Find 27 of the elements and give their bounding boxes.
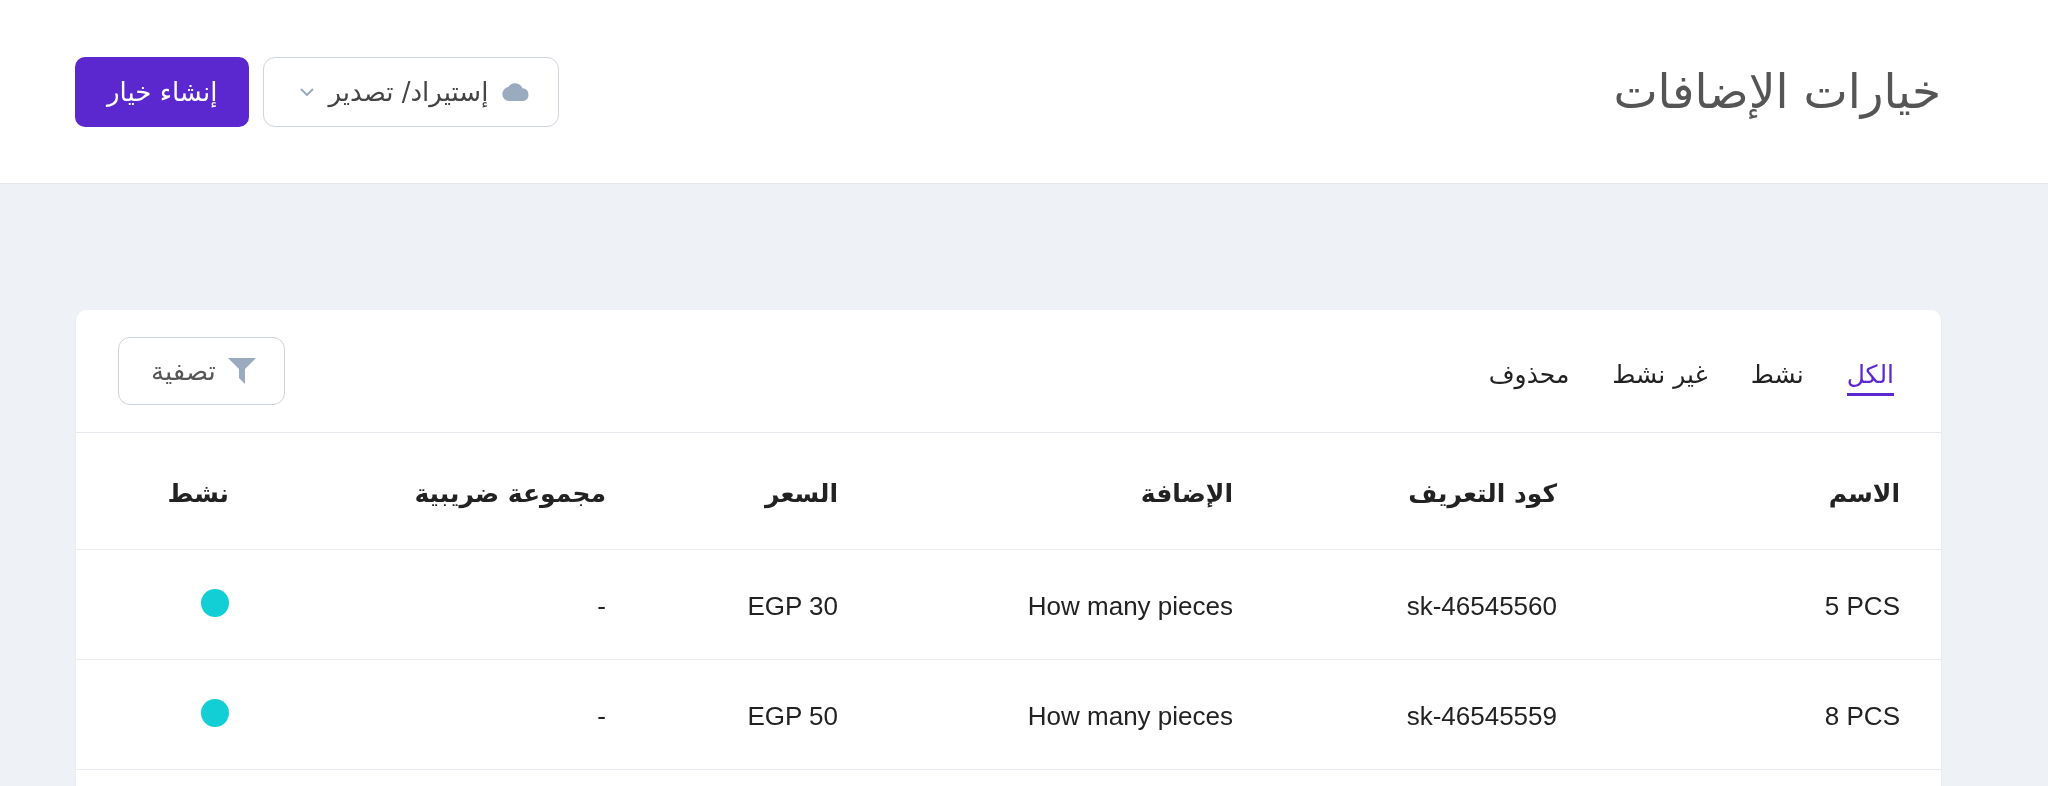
column-header: كود التعريف [1408, 478, 1557, 508]
filter-icon [227, 358, 256, 384]
table-cell: How many pieces [1027, 701, 1233, 732]
import-export-button[interactable]: إستيراد/ تصدير [263, 56, 560, 127]
table-cell: sk-46545560 [1406, 591, 1557, 622]
table-cell: EGP 50 [747, 701, 838, 732]
table-cell: - [597, 591, 606, 622]
create-option-button[interactable]: إنشاء خيار [75, 56, 250, 127]
table-cell: 5 PCS [1824, 591, 1900, 622]
cloud-icon [502, 82, 531, 101]
column-header: الاسم [1828, 478, 1900, 508]
table-cell: sk-46545559 [1406, 701, 1557, 732]
table-cell: How many pieces [1027, 591, 1233, 622]
caret-icon [300, 87, 315, 96]
status-tab[interactable]: محذوف [1488, 352, 1570, 396]
column-header: السعر [764, 478, 838, 508]
table-cell: 8 PCS [1824, 701, 1900, 732]
status-tab[interactable]: نشط [1750, 352, 1804, 396]
status-tab[interactable]: الكل [1846, 352, 1894, 396]
table-cell: EGP 30 [747, 591, 838, 622]
column-header: الإضافة [1140, 478, 1233, 508]
page-title: خيارات الإضافات [1613, 62, 1941, 121]
status-tab[interactable]: غير نشط [1612, 352, 1708, 396]
filter-button[interactable]: تصفية [118, 337, 285, 405]
column-header: مجموعة ضريبية [414, 478, 606, 508]
column-header: نشط [167, 478, 229, 508]
table-cell: - [597, 701, 606, 732]
